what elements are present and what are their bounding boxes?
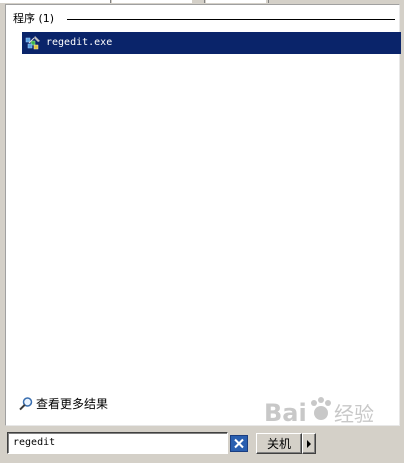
start-menu-bottom-bar: regedit 关机 xyxy=(0,427,404,463)
search-input[interactable]: regedit xyxy=(7,432,228,454)
top-edge-divider xyxy=(204,0,205,3)
clear-search-button[interactable] xyxy=(230,435,248,452)
top-edge-segment xyxy=(206,0,266,3)
clear-x-icon xyxy=(234,438,244,449)
result-item-regedit[interactable]: regedit.exe xyxy=(22,32,401,54)
shutdown-button[interactable]: 关机 xyxy=(256,433,302,454)
baidu-jingyan-watermark: Bai 经验 xyxy=(264,397,374,427)
top-edge-divider xyxy=(110,0,111,3)
programs-section-header: 程序 (1) xyxy=(13,12,397,26)
svg-text:经验: 经验 xyxy=(334,402,374,426)
top-edge-divider xyxy=(268,0,269,3)
shutdown-options-button[interactable] xyxy=(302,433,316,454)
top-edge-segment xyxy=(112,0,192,3)
see-more-results-label: 查看更多结果 xyxy=(36,397,109,411)
result-item-label: regedit.exe xyxy=(46,37,113,48)
search-icon xyxy=(18,396,34,412)
programs-section-title: 程序 (1) xyxy=(13,12,55,25)
regedit-icon xyxy=(25,35,41,51)
svg-text:Bai: Bai xyxy=(264,399,307,427)
shutdown-label: 关机 xyxy=(266,437,291,451)
search-input-value: regedit xyxy=(13,437,56,448)
section-divider xyxy=(67,19,395,20)
top-edge-segment xyxy=(0,0,110,3)
search-results-panel: 程序 (1) regedit.exe 查看更多结果 Bai 经验 xyxy=(5,4,401,427)
triangle-right-icon xyxy=(307,440,311,448)
